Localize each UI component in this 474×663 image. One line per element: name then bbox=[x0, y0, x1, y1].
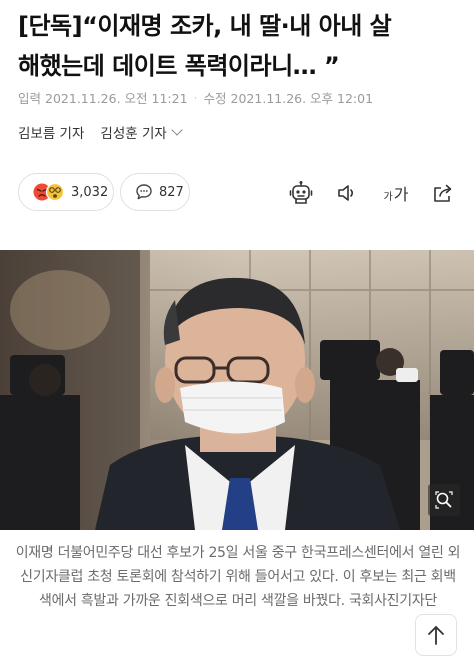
headline-line-2: 해했는데 데이트 폭력이라니… ” bbox=[18, 52, 340, 80]
article-timestamps: 입력 2021.11.26. 오전 11:21 · 수정 2021.11.26.… bbox=[18, 88, 373, 107]
article-photo[interactable] bbox=[0, 250, 474, 530]
reporter-list: 김보름 기자 김성훈 기자 bbox=[18, 122, 183, 142]
comments-button[interactable]: 827 bbox=[120, 173, 190, 211]
published-time: 2021.11.26. 오전 11:21 bbox=[45, 91, 188, 106]
font-size-button[interactable]: 가가 bbox=[379, 173, 413, 213]
modified-time: 2021.11.26. 오후 12:01 bbox=[230, 91, 374, 106]
speaker-icon bbox=[335, 181, 359, 205]
font-size-small-glyph: 가 bbox=[383, 192, 393, 203]
text-to-speech-button[interactable] bbox=[330, 173, 364, 213]
reaction-count: 3,032 bbox=[71, 184, 109, 200]
font-size-large-glyph: 가 bbox=[393, 185, 409, 204]
article-action-bar: 3,032 827 가가 bbox=[18, 173, 458, 213]
zoom-icon bbox=[435, 491, 453, 509]
angry-wow-emoji-icon bbox=[33, 182, 65, 202]
chevron-down-icon bbox=[171, 124, 183, 136]
comment-count: 827 bbox=[159, 184, 184, 200]
robot-icon bbox=[288, 180, 314, 206]
press-photo-image bbox=[0, 250, 474, 530]
reactions-button[interactable]: 3,032 bbox=[18, 173, 114, 211]
article-headline: [단독]“이재명 조카, 내 딸·내 아내 살 해했는데 데이트 폭력이라니… … bbox=[18, 6, 458, 86]
speech-bubble-icon bbox=[135, 183, 153, 201]
arrow-up-icon bbox=[426, 624, 446, 646]
modified-label: 수정 bbox=[203, 91, 227, 106]
reporter-name: 김성훈 기자 bbox=[100, 126, 167, 142]
photo-caption: 이재명 더불어민주당 대선 후보가 25일 서울 중구 한국프레스센터에서 열린… bbox=[15, 545, 461, 609]
published-label: 입력 bbox=[18, 91, 42, 106]
scroll-to-top-button[interactable] bbox=[415, 614, 457, 656]
meta-divider: · bbox=[193, 90, 198, 105]
share-button[interactable] bbox=[426, 173, 460, 213]
summary-robot-button[interactable] bbox=[284, 173, 318, 213]
headline-line-1: [단독]“이재명 조카, 내 딸·내 아내 살 bbox=[18, 12, 392, 40]
font-size-icon: 가가 bbox=[384, 181, 409, 205]
share-icon bbox=[431, 181, 455, 205]
reporter-name[interactable]: 김보름 기자 bbox=[18, 122, 84, 142]
photo-zoom-button[interactable] bbox=[428, 484, 460, 516]
reporter-dropdown[interactable]: 김성훈 기자 bbox=[100, 122, 183, 142]
